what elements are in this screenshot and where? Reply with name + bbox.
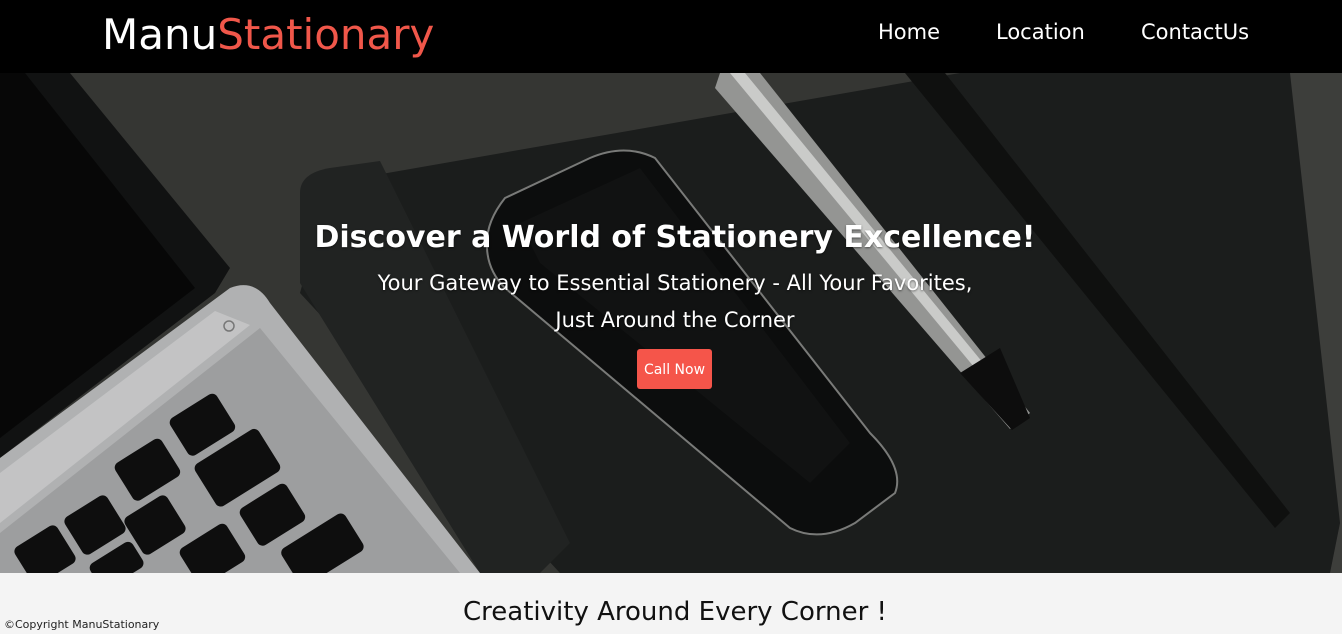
call-now-button[interactable]: Call Now (637, 349, 712, 389)
section-heading: Creativity Around Every Corner ! (463, 597, 887, 627)
copyright-text: ©Copyright ManuStationary (4, 618, 160, 631)
hero-subheading-line1: Your Gateway to Essential Stationery - A… (377, 271, 973, 295)
hero-subheading: Your Gateway to Essential Stationery - A… (370, 265, 980, 339)
hero-subheading-line2: Just Around the Corner (555, 308, 795, 332)
hero-banner: Discover a World of Stationery Excellenc… (0, 73, 1342, 573)
brand-logo[interactable]: ManuStationary (102, 10, 434, 60)
nav-link-location[interactable]: Location (996, 19, 1085, 45)
hero-heading: Discover a World of Stationery Excellenc… (314, 220, 1036, 255)
nav-link-home[interactable]: Home (878, 19, 940, 45)
navbar: ManuStationary Home Location ContactUs (0, 0, 1342, 73)
brand-name-part1: Manu (102, 10, 218, 59)
nav-link-contact[interactable]: ContactUs (1141, 19, 1249, 45)
brand-name-part2: Stationary (217, 10, 435, 59)
